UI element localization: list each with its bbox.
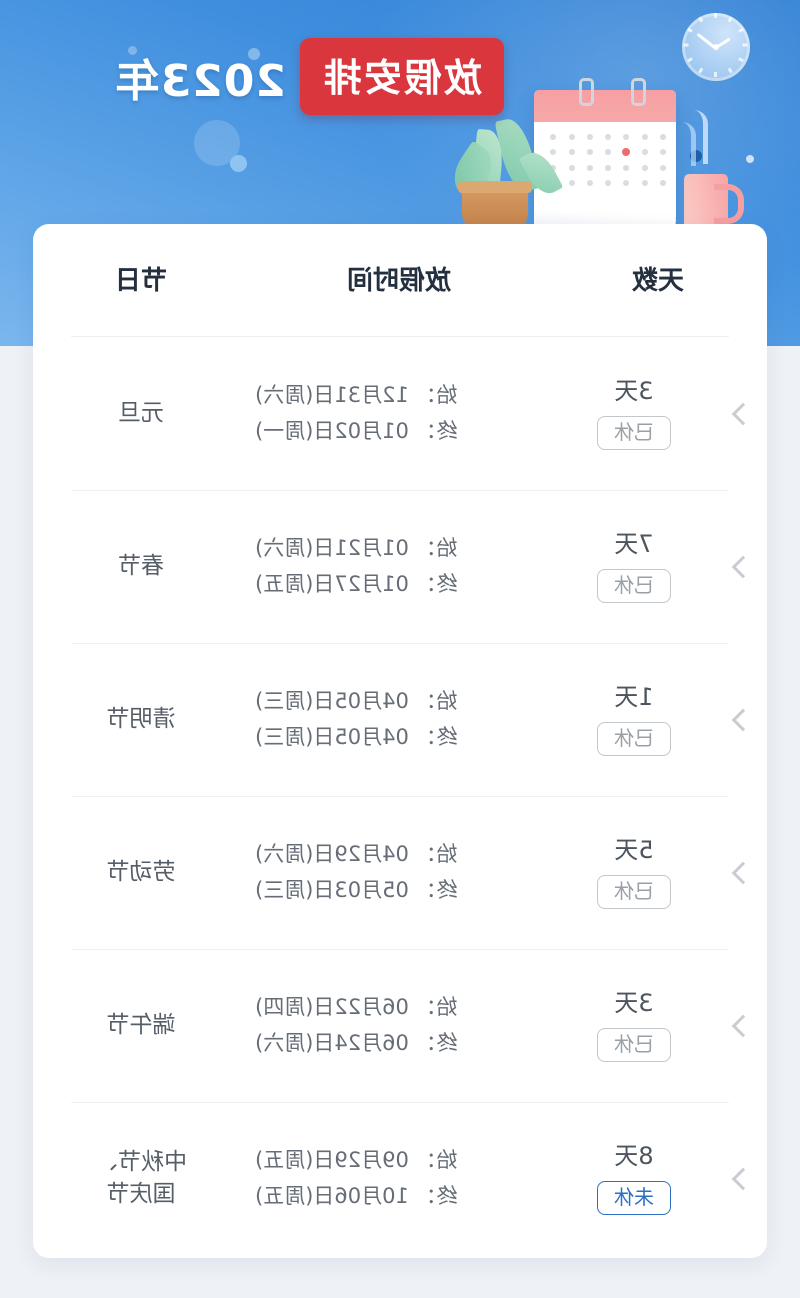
banner-title-badge: 放假安排 — [299, 38, 504, 115]
status-badge: 已休 — [597, 874, 671, 909]
holiday-start-date: 始： 04月29日(周六) — [255, 841, 458, 866]
mug-handle — [714, 184, 744, 224]
cell-time: 始： 04月05日(周三) 终： 04月05日(周三) — [249, 684, 549, 755]
table-row[interactable]: 春节 始： 01月21日(周六) 终： 01月27日(周五) 7天 已休 — [33, 490, 767, 643]
status-badge: 未休 — [597, 1180, 671, 1215]
cell-holiday: 端午节 — [33, 1010, 249, 1041]
banner-title-year: 2023年 — [114, 55, 286, 107]
holiday-days-count: 3天 — [614, 989, 654, 1018]
holiday-days-count: 1天 — [614, 683, 654, 712]
table-row[interactable]: 劳动节 始： 04月29日(周六) 终： 05月03日(周三) 5天 已休 — [33, 796, 767, 949]
calendar-ring — [579, 78, 594, 106]
table-header-row: 节日 放假时间 天数 — [33, 224, 767, 337]
holiday-rows: 元旦 始： 12月31日(周六) 终： 01月02日(周一) 3天 已休 春节 … — [33, 337, 767, 1255]
chevron-right-icon — [731, 1014, 755, 1037]
holiday-end-date: 终： 06月24日(周六) — [255, 1030, 458, 1055]
cell-holiday: 春节 — [33, 551, 249, 582]
holiday-start-date: 始： 06月22日(周四) — [255, 994, 458, 1019]
chevron-right-icon — [731, 555, 755, 578]
cell-time: 始： 09月29日(周五) 终： 10月06日(周五) — [249, 1143, 549, 1214]
holiday-end-date: 终： 01月02日(周一) — [255, 418, 458, 443]
chevron-right-icon — [731, 861, 755, 884]
holiday-start-date: 始： 01月21日(周六) — [255, 535, 458, 560]
calendar-header — [534, 90, 676, 122]
cell-time: 始： 04月29日(周六) 终： 05月03日(周三) — [249, 837, 549, 908]
steam-icon — [675, 122, 696, 166]
row-detail-link[interactable] — [719, 861, 767, 884]
holiday-name-line1: 元旦 — [118, 399, 164, 426]
cell-time: 始： 01月21日(周六) 终： 01月27日(周五) — [249, 531, 549, 602]
plant-pot-icon — [462, 188, 528, 228]
status-badge: 已休 — [597, 415, 671, 450]
cell-time: 始： 12月31日(周六) 终： 01月02日(周一) — [249, 378, 549, 449]
cell-days: 1天 已休 — [549, 683, 719, 756]
holiday-days-count: 5天 — [614, 836, 654, 865]
cell-days: 8天 未休 — [549, 1142, 719, 1215]
chevron-right-icon — [731, 1167, 755, 1190]
holiday-days-count: 3天 — [614, 377, 654, 406]
calendar-icon — [534, 78, 676, 241]
decorative-dot — [230, 155, 247, 172]
decorative-dot — [746, 155, 754, 163]
row-detail-link[interactable] — [719, 402, 767, 425]
holiday-name-line1: 端午节 — [106, 1011, 176, 1038]
cell-days: 5天 已休 — [549, 836, 719, 909]
column-header-days: 天数 — [632, 266, 685, 296]
column-header-holiday: 节日 — [115, 266, 168, 296]
holiday-start-date: 始： 12月31日(周六) — [255, 382, 458, 407]
clock-icon — [682, 13, 750, 81]
chevron-right-icon — [731, 708, 755, 731]
holiday-name-line1: 清明节 — [106, 705, 176, 732]
table-row[interactable]: 端午节 始： 06月22日(周四) 终： 06月24日(周六) 3天 已休 — [33, 949, 767, 1102]
chevron-right-icon — [731, 402, 755, 425]
cell-days: 3天 已休 — [549, 989, 719, 1062]
cell-holiday: 元旦 — [33, 398, 249, 429]
holiday-name-line2: 国庆节 — [106, 1180, 176, 1207]
mirrored-page-root: 2023年 放假安排 节日 放假时间 天数 元旦 始： 12月31日(周六) 终… — [0, 0, 800, 1298]
cell-holiday: 清明节 — [33, 704, 249, 735]
calendar-grid — [544, 134, 666, 186]
table-row[interactable]: 清明节 始： 04月05日(周三) 终： 04月05日(周三) 1天 已休 — [33, 643, 767, 796]
holiday-end-date: 终： 04月05日(周三) — [255, 724, 458, 749]
calendar-ring — [631, 78, 646, 106]
holiday-end-date: 终： 10月06日(周五) — [255, 1183, 458, 1208]
holiday-start-date: 始： 04月05日(周三) — [255, 688, 458, 713]
cell-days: 7天 已休 — [549, 530, 719, 603]
row-detail-link[interactable] — [719, 555, 767, 578]
holiday-name-line1: 春节 — [118, 552, 164, 579]
banner-title: 2023年 放假安排 — [115, 38, 504, 115]
holiday-days-count: 7天 — [614, 530, 654, 559]
table-row[interactable]: 元旦 始： 12月31日(周六) 终： 01月02日(周一) 3天 已休 — [33, 337, 767, 490]
column-header-time: 放假时间 — [347, 266, 452, 296]
cell-time: 始： 06月22日(周四) 终： 06月24日(周六) — [249, 990, 549, 1061]
holiday-end-date: 终： 05月03日(周三) — [255, 877, 458, 902]
holiday-end-date: 终： 01月27日(周五) — [255, 571, 458, 596]
row-detail-link[interactable] — [719, 708, 767, 731]
holiday-name-line1: 中秋节、 — [95, 1149, 187, 1176]
row-detail-link[interactable] — [719, 1014, 767, 1037]
holiday-table-card: 节日 放假时间 天数 元旦 始： 12月31日(周六) 终： 01月02日(周一… — [33, 224, 767, 1258]
row-detail-link[interactable] — [719, 1167, 767, 1190]
cell-holiday: 中秋节、 国庆节 — [33, 1147, 249, 1209]
holiday-name-line1: 劳动节 — [106, 858, 176, 885]
status-badge: 已休 — [597, 1027, 671, 1062]
holiday-start-date: 始： 09月29日(周五) — [255, 1147, 458, 1172]
status-badge: 已休 — [597, 568, 671, 603]
cell-days: 3天 已休 — [549, 377, 719, 450]
holiday-days-count: 8天 — [614, 1142, 654, 1171]
cell-holiday: 劳动节 — [33, 857, 249, 888]
status-badge: 已休 — [597, 721, 671, 756]
table-row[interactable]: 中秋节、 国庆节 始： 09月29日(周五) 终： 10月06日(周五) 8天 … — [33, 1102, 767, 1255]
